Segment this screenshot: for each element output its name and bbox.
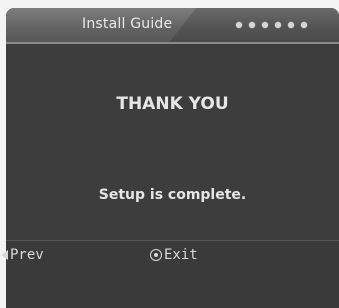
left-triangle-icon [1, 250, 8, 260]
setup-complete-message: Setup is complete. [98, 187, 247, 203]
install-guide-dialog: Install Guide THANK YOU Setup is complet… [6, 8, 339, 308]
progress-indicator [236, 22, 307, 30]
exit-button[interactable]: Exit [150, 247, 198, 263]
progress-dot [249, 22, 255, 28]
progress-dot [288, 22, 294, 28]
prev-button[interactable]: Prev [1, 247, 44, 263]
dialog-header: Install Guide [6, 8, 339, 42]
exit-label: Exit [164, 247, 198, 263]
progress-dot [236, 22, 242, 28]
header-divider [6, 42, 339, 44]
progress-dot [262, 22, 268, 28]
dialog-title: Install Guide [82, 16, 173, 32]
progress-dot [301, 22, 307, 28]
circle-button-icon [150, 249, 162, 261]
thank-you-heading: THANK YOU [116, 94, 229, 114]
progress-dot [275, 22, 281, 28]
prev-label: Prev [10, 247, 44, 263]
